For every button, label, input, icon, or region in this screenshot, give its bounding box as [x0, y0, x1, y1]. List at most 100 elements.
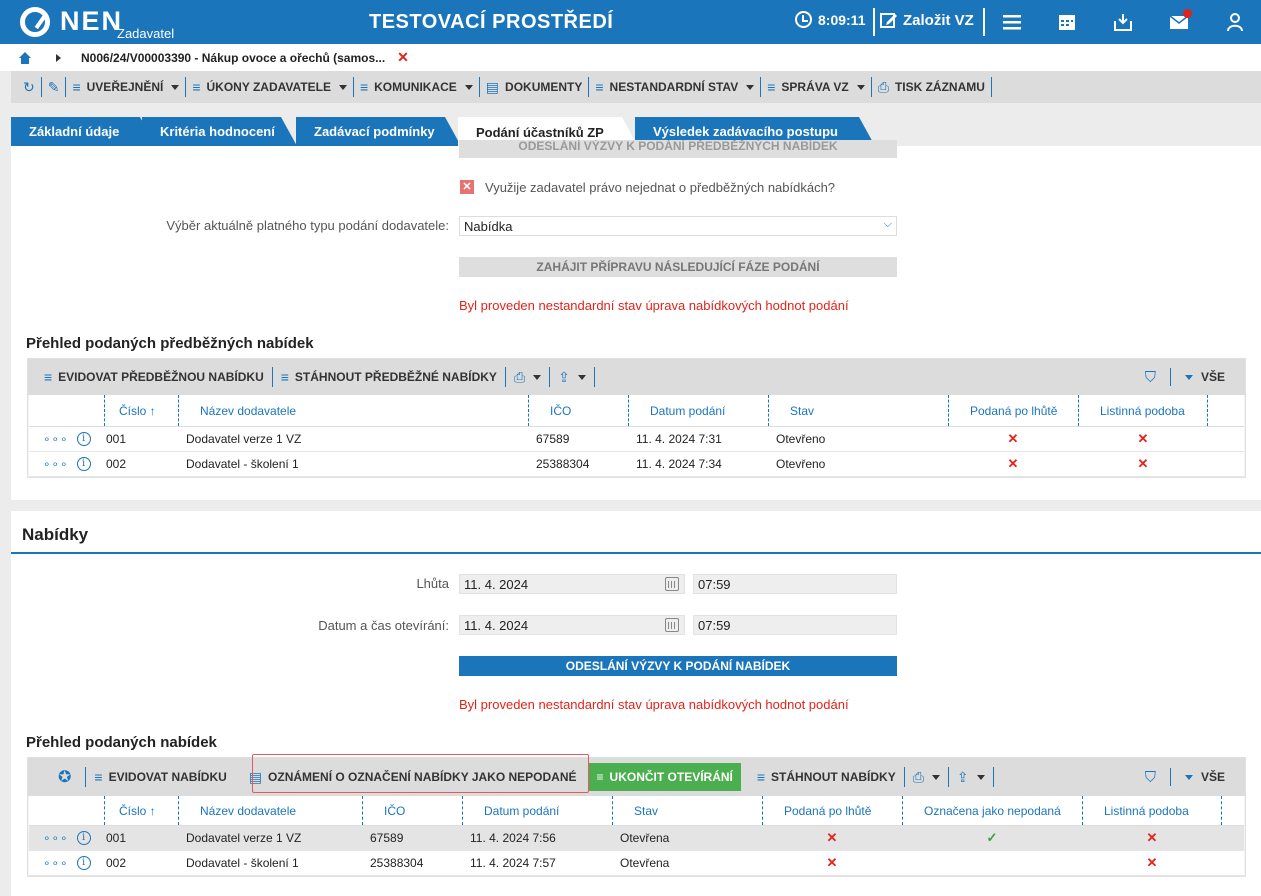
opening-label: Datum a čas otevírání:: [318, 618, 449, 633]
toolbar-publish-label: UVEŘEJNĚNÍ: [86, 80, 164, 94]
more-icon[interactable]: ∘∘∘: [43, 856, 69, 870]
tab-evaluation-criteria[interactable]: Kritéria hodnocení: [142, 117, 297, 146]
next-phase-button[interactable]: ZAHÁJIT PŘÍPRAVU NÁSLEDUJÍCÍ FÁZE PODÁNÍ: [459, 257, 897, 277]
deadline-time-input[interactable]: 07:59: [693, 574, 897, 594]
send-invitation-button[interactable]: ODESLÁNÍ VÝZVY K PODÁNÍ NABÍDEK: [459, 656, 897, 676]
user-icon[interactable]: [1224, 11, 1246, 33]
main-toolbar: ↻ ✎ ≡ UVEŘEJNĚNÍ ≡ ÚKONY ZADAVATELE ≡ KOMUN…: [11, 71, 1261, 103]
download-offers-button[interactable]: ≡ STÁHNOUT NABÍDKY: [745, 767, 905, 787]
home-icon[interactable]: [18, 51, 32, 65]
column-header-late[interactable]: Podaná po lhůtě: [948, 395, 1078, 426]
export-icon: ⇪: [956, 768, 969, 785]
breadcrumb-current[interactable]: N006/24/V00003390 - Nákup ovoce a ořechů…: [81, 51, 385, 65]
toolbar-publish[interactable]: ≡ UVEŘEJNĚNÍ: [66, 77, 187, 97]
finish-opening-wrapper: ≡ UKONČIT OTEVÍRÁNÍ: [585, 763, 745, 791]
show-all-toggle[interactable]: VŠE: [1184, 370, 1225, 384]
cell-status: Otevřeno: [776, 457, 826, 471]
table-row[interactable]: ∘∘∘ i 002 Dodavatel - školení 1 25388304 …: [29, 452, 1244, 477]
opening-date-input[interactable]: 11. 4. 2024: [459, 615, 685, 635]
info-icon[interactable]: i: [76, 432, 91, 446]
opening-time-input[interactable]: 07:59: [693, 615, 897, 635]
column-header-date[interactable]: Datum podání: [462, 796, 612, 825]
toolbar-management[interactable]: ≡ SPRÁVA VZ: [761, 77, 872, 97]
column-header-ico[interactable]: IČO: [528, 395, 628, 426]
column-label: Stav: [790, 403, 815, 418]
logo-text[interactable]: NEN: [60, 6, 123, 37]
info-icon[interactable]: i: [76, 457, 91, 471]
more-icon[interactable]: ∘∘∘: [43, 831, 69, 845]
toolbar-communication[interactable]: ≡ KOMUNIKACE: [354, 77, 480, 97]
tab-tender-conditions[interactable]: Zadávací podmínky: [296, 117, 461, 146]
submission-type-select[interactable]: Nabídka ⌵: [459, 216, 897, 236]
edit-button[interactable]: ✎: [42, 77, 67, 97]
caret-down-icon: [338, 84, 347, 90]
export-menu-button[interactable]: ⇪: [550, 367, 595, 387]
cross-icon: ✕: [1007, 456, 1019, 471]
toolbar-actions[interactable]: ≡ ÚKONY ZADAVATELE: [186, 77, 354, 97]
award-button[interactable]: ✪: [28, 767, 87, 787]
cell-ico: 67589: [536, 432, 570, 446]
nonstandard-warning: Byl proveden nestandardní stav úprava na…: [459, 697, 849, 712]
add-offer-label: EVIDOVAT NABÍDKU: [108, 770, 227, 784]
nen-logo-icon[interactable]: [20, 7, 50, 37]
toolbar-nonstandard[interactable]: ≡ NESTANDARDNÍ STAV: [589, 77, 762, 97]
cell-paper: ✕: [1082, 851, 1222, 875]
column-header-status[interactable]: Stav: [768, 395, 948, 426]
calendar-icon[interactable]: [665, 618, 679, 632]
session-time: 8:09:11: [818, 11, 866, 28]
export-menu-button[interactable]: ⇪: [949, 767, 994, 787]
filter-icon[interactable]: ⛉: [1145, 769, 1156, 786]
more-icon[interactable]: ∘∘∘: [43, 457, 69, 471]
inbox-icon[interactable]: [1112, 11, 1134, 33]
finish-opening-button[interactable]: ≡ UKONČIT OTEVÍRÁNÍ: [588, 763, 741, 791]
info-icon[interactable]: i: [76, 831, 91, 845]
download-preliminary-button[interactable]: ≡ STÁHNOUT PŘEDBĚŽNÉ NABÍDKY: [273, 367, 506, 387]
calendar-icon[interactable]: [665, 577, 679, 591]
column-header-status[interactable]: Stav: [612, 796, 762, 825]
top-bar: NEN Zadavatel TESTOVACÍ PROSTŘEDÍ 8:09:1…: [0, 0, 1261, 44]
filter-icon[interactable]: ⛉: [1145, 369, 1156, 386]
column-header-late[interactable]: Podaná po lhůtě: [762, 796, 902, 825]
menu-icon[interactable]: [1001, 11, 1023, 33]
column-header-paper[interactable]: Listinná podoba: [1078, 395, 1208, 426]
add-offer-button[interactable]: ≡ EVIDOVAT NABÍDKU: [86, 767, 236, 787]
column-header-ico[interactable]: IČO: [362, 796, 462, 825]
show-all-toggle[interactable]: VŠE: [1184, 770, 1225, 784]
calendar-icon[interactable]: [1056, 11, 1078, 33]
column-label: Číslo: [119, 803, 147, 818]
toolbar-documents[interactable]: ▤ DOKUMENTY: [480, 77, 590, 97]
preliminary-grid-header: Číslo ↑ Název dodavatele IČO Datum podán…: [29, 395, 1244, 427]
column-header-number[interactable]: Číslo ↑: [104, 796, 178, 825]
cell-ico: 67589: [370, 831, 404, 845]
table-row[interactable]: ∘∘∘ i 001 Dodavatel verze 1 VZ 67589 11. …: [29, 427, 1244, 452]
tab-basic-info[interactable]: Základní údaje: [11, 117, 156, 146]
column-header-number[interactable]: Číslo ↑: [104, 395, 178, 426]
table-row[interactable]: ∘∘∘ i 001 Dodavatel verze 1 VZ 67589 11. …: [29, 826, 1244, 851]
send-preliminary-invitation-button[interactable]: ODESLÁNÍ VÝZVY K PODÁNÍ PŘEDBĚŽNÝCH NABÍ…: [459, 140, 897, 158]
cell-not-submitted: ✓: [902, 826, 1082, 850]
print-menu-button[interactable]: ⎙: [506, 367, 551, 387]
deadline-date-input[interactable]: 11. 4. 2024: [459, 574, 685, 594]
breadcrumb: N006/24/V00003390 - Nákup ovoce a ořechů…: [0, 44, 1261, 71]
cell-status: Otevřena: [620, 856, 670, 870]
info-icon[interactable]: i: [76, 856, 91, 870]
print-menu-button[interactable]: ⎙: [905, 767, 949, 787]
cross-icon: ✕: [826, 855, 838, 870]
close-icon[interactable]: ✕: [397, 49, 409, 66]
column-label: Název dodavatele: [200, 803, 297, 818]
column-header-paper[interactable]: Listinná podoba: [1082, 796, 1222, 825]
column-header-supplier[interactable]: Název dodavatele: [178, 796, 362, 825]
cell-supplier: Dodavatel - školení 1: [186, 856, 299, 870]
column-label: Listinná podoba: [1104, 803, 1189, 818]
add-preliminary-offer-button[interactable]: ≡ EVIDOVAT PŘEDBĚŽNOU NABÍDKU: [28, 367, 273, 387]
toolbar-print[interactable]: ⎙ TISK ZÁZNAMU: [872, 77, 992, 97]
refresh-button[interactable]: ↻: [11, 77, 42, 97]
column-header-not-submitted[interactable]: Označena jako nepodaná: [902, 796, 1082, 825]
column-header-date[interactable]: Datum podání: [628, 395, 768, 426]
more-icon[interactable]: ∘∘∘: [43, 432, 69, 446]
table-row[interactable]: ∘∘∘ i 002 Dodavatel - školení 1 25388304 …: [29, 851, 1244, 876]
column-header-supplier[interactable]: Název dodavatele: [178, 395, 528, 426]
checkbox-unchecked-icon[interactable]: ✕: [460, 180, 474, 194]
create-tender-button[interactable]: Založit VZ: [880, 11, 974, 29]
submission-type-label: Výběr aktuálně platného typu podání doda…: [166, 218, 449, 233]
